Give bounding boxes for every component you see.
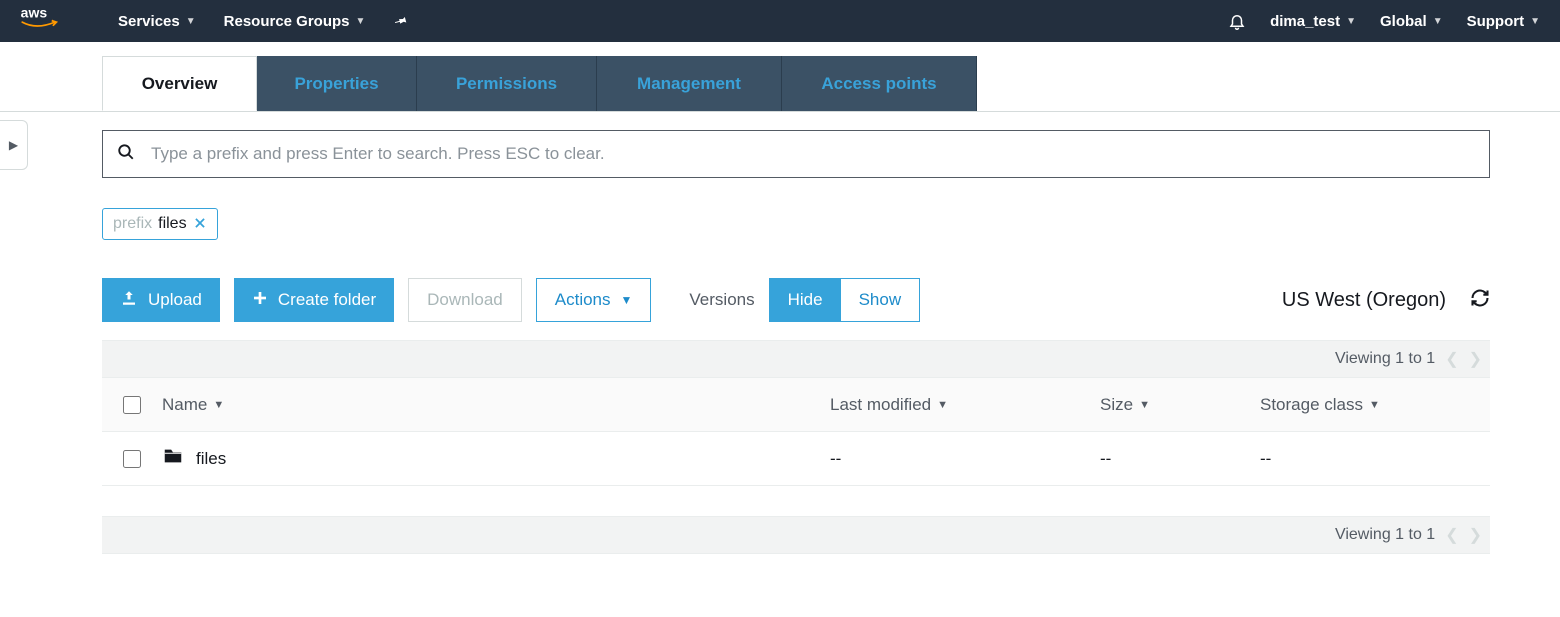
pager-next: ❯ [1469, 349, 1482, 369]
column-last-modified-label: Last modified [830, 395, 931, 415]
column-name[interactable]: Name ▼ [162, 395, 830, 415]
toolbar: Upload Create folder Download Actions ▼ … [102, 278, 1490, 322]
tab-permissions[interactable]: Permissions [417, 56, 597, 111]
plus-icon [252, 290, 268, 311]
actions-label: Actions [555, 290, 611, 310]
nav-user-label: dima_test [1270, 13, 1340, 30]
versions-show-label: Show [859, 290, 902, 310]
side-panel-expand[interactable]: ▶ [0, 120, 28, 170]
filter-chip-row: prefix files [102, 208, 1490, 240]
row-name-cell: files [162, 445, 830, 472]
tab-properties[interactable]: Properties [257, 56, 417, 111]
upload-label: Upload [148, 290, 202, 310]
caret-down-icon: ▼ [621, 293, 633, 307]
search-icon [117, 143, 135, 166]
sort-icon: ▼ [213, 399, 224, 411]
caret-down-icon: ▼ [356, 16, 366, 27]
column-size[interactable]: Size ▼ [1100, 395, 1260, 415]
sort-icon: ▼ [1369, 399, 1380, 411]
tab-strip-wrapper: Overview Properties Permissions Manageme… [0, 56, 1560, 112]
row-last-modified: -- [830, 449, 1100, 469]
upload-button[interactable]: Upload [102, 278, 220, 322]
pager-bottom-text: Viewing 1 to 1 [1335, 526, 1435, 544]
nav-support-label: Support [1467, 13, 1525, 30]
upload-icon [120, 289, 138, 312]
pager-next: ❯ [1469, 525, 1482, 545]
top-navbar: aws Services ▼ Resource Groups ▼ dima_te… [0, 0, 1560, 42]
create-folder-button[interactable]: Create folder [234, 278, 394, 322]
nav-region[interactable]: Global ▼ [1380, 13, 1443, 30]
bucket-region: US West (Oregon) [1282, 289, 1446, 312]
tab-management-label: Management [637, 74, 741, 94]
caret-down-icon: ▼ [1346, 16, 1356, 27]
folder-icon [162, 445, 184, 472]
tab-overview[interactable]: Overview [102, 56, 257, 111]
pager-prev: ❮ [1445, 349, 1458, 369]
column-storage-class[interactable]: Storage class ▼ [1260, 395, 1490, 415]
column-storage-class-label: Storage class [1260, 395, 1363, 415]
tab-access-points[interactable]: Access points [782, 56, 977, 111]
versions-toggle: Hide Show [769, 278, 921, 322]
aws-logo[interactable]: aws [20, 5, 68, 38]
pager-top-text: Viewing 1 to 1 [1335, 350, 1435, 368]
nav-services-label: Services [118, 13, 180, 30]
versions-show[interactable]: Show [841, 279, 920, 321]
notifications-icon[interactable] [1228, 12, 1246, 30]
pager-top: Viewing 1 to 1 ❮ ❯ [102, 340, 1490, 378]
caret-down-icon: ▼ [1530, 16, 1540, 27]
caret-down-icon: ▼ [186, 16, 196, 27]
pager-bottom: Viewing 1 to 1 ❮ ❯ [102, 516, 1490, 554]
row-size: -- [1100, 449, 1260, 469]
versions-hide[interactable]: Hide [770, 279, 841, 321]
sort-icon: ▼ [937, 399, 948, 411]
tab-management[interactable]: Management [597, 56, 782, 111]
search-bar [102, 130, 1490, 178]
create-folder-label: Create folder [278, 290, 376, 310]
nav-user[interactable]: dima_test ▼ [1270, 13, 1356, 30]
row-name: files [196, 449, 226, 469]
chevron-right-icon: ▶ [9, 138, 18, 152]
prefix-chip-label: prefix [113, 215, 152, 233]
tab-properties-label: Properties [294, 74, 378, 94]
pin-icon[interactable] [393, 13, 409, 29]
nav-services[interactable]: Services ▼ [118, 13, 196, 30]
prefix-chip-value: files [158, 215, 186, 233]
row-select-cell [102, 450, 162, 468]
column-size-label: Size [1100, 395, 1133, 415]
table-row[interactable]: files -- -- -- [102, 432, 1490, 486]
pager-prev: ❮ [1445, 525, 1458, 545]
prefix-chip: prefix files [102, 208, 218, 240]
tab-strip: Overview Properties Permissions Manageme… [102, 56, 1560, 111]
download-label: Download [427, 290, 503, 310]
row-storage-class: -- [1260, 449, 1490, 469]
caret-down-icon: ▼ [1433, 16, 1443, 27]
select-all-checkbox[interactable] [123, 396, 141, 414]
refresh-icon[interactable] [1470, 288, 1490, 313]
column-name-label: Name [162, 395, 207, 415]
table-header: Name ▼ Last modified ▼ Size ▼ Storage cl… [102, 378, 1490, 432]
nav-support[interactable]: Support ▼ [1467, 13, 1540, 30]
download-button: Download [408, 278, 522, 322]
tab-access-points-label: Access points [821, 74, 936, 94]
select-all-cell [102, 396, 162, 414]
sort-icon: ▼ [1139, 399, 1150, 411]
row-checkbox[interactable] [123, 450, 141, 468]
nav-resource-groups[interactable]: Resource Groups ▼ [224, 13, 366, 30]
nav-region-label: Global [1380, 13, 1427, 30]
tab-overview-label: Overview [142, 74, 218, 94]
svg-text:aws: aws [21, 5, 48, 20]
versions-hide-label: Hide [788, 290, 823, 310]
nav-resource-groups-label: Resource Groups [224, 13, 350, 30]
search-input[interactable] [151, 144, 1475, 164]
versions-label: Versions [689, 290, 754, 310]
column-last-modified[interactable]: Last modified ▼ [830, 395, 1100, 415]
actions-dropdown[interactable]: Actions ▼ [536, 278, 652, 322]
prefix-chip-clear[interactable] [193, 215, 207, 233]
tab-permissions-label: Permissions [456, 74, 557, 94]
